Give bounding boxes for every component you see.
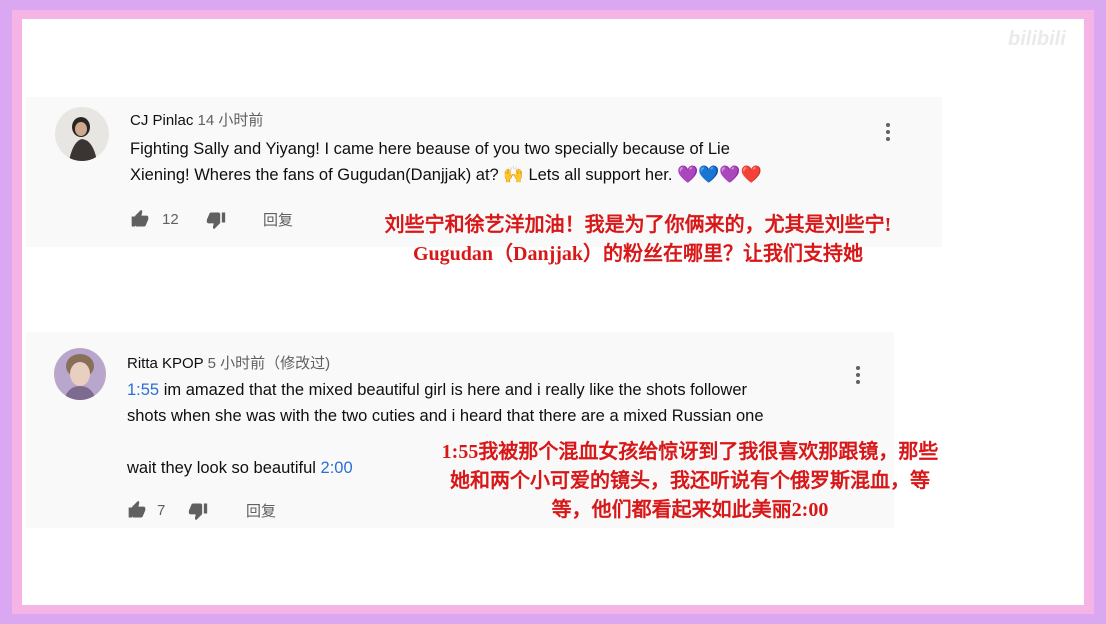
- thumb-up-icon: [131, 209, 149, 227]
- like-count: 7: [157, 501, 166, 519]
- thumb-down-icon: [188, 503, 208, 521]
- translation-caption: 刘些宁和徐艺洋加油！我是为了你俩来的，尤其是刘些宁! Gugudan（Danjj…: [330, 211, 946, 269]
- translation-line: 等，他们都看起来如此美丽2:00: [551, 499, 829, 521]
- like-count: 12: [162, 210, 179, 228]
- comment-time[interactable]: 5 小时前（修改过): [208, 355, 331, 372]
- comment-time[interactable]: 14 小时前: [198, 112, 264, 129]
- reply-button[interactable]: 回复: [263, 209, 293, 230]
- bilibili-watermark: bilibili: [1008, 28, 1066, 50]
- translation-caption: 1:55我被那个混血女孩给惊讶到了我很喜欢那跟镜，那些 她和两个小可爱的镜头，我…: [384, 438, 996, 525]
- purple-heart-emoji: 💜: [677, 165, 699, 184]
- reply-label: 回复: [246, 503, 277, 520]
- comment-text-line: 1:55 im amazed that the mixed beautiful …: [127, 381, 748, 399]
- comment-author[interactable]: CJ Pinlac 14 小时前: [130, 109, 263, 130]
- translation-line: 她和两个小可爱的镜头，我还听说有个俄罗斯混血，等: [450, 470, 930, 492]
- dislike-button[interactable]: [206, 210, 226, 230]
- translation-line: Gugudan（Danjjak）的粉丝在哪里？让我们支持她: [412, 243, 864, 265]
- dislike-button[interactable]: [188, 501, 208, 521]
- thumb-down-icon: [206, 212, 226, 230]
- author-name[interactable]: CJ Pinlac: [130, 112, 193, 129]
- comment-author[interactable]: Ritta KPOP 5 小时前（修改过): [127, 352, 330, 373]
- like-button[interactable]: 12: [130, 209, 179, 229]
- comment-text-line: shots when she was with the two cuties a…: [127, 407, 764, 425]
- reply-button[interactable]: 回复: [246, 500, 276, 521]
- comment-text: Fighting Sally and Yiyang! I came here b…: [130, 136, 762, 188]
- raising-hands-emoji: 🙌: [503, 166, 524, 184]
- translation-line: 1:55我被那个混血女孩给惊讶到了我很喜欢那跟镜，那些: [441, 441, 939, 463]
- red-heart-emoji: ❤️: [740, 165, 762, 184]
- reply-label: 回复: [263, 212, 294, 229]
- timestamp-link[interactable]: 1:55: [127, 381, 159, 399]
- comment-text-line: Fighting Sally and Yiyang! I came here b…: [130, 140, 730, 158]
- avatar[interactable]: [55, 107, 109, 161]
- like-button[interactable]: 7: [127, 500, 165, 520]
- author-name[interactable]: Ritta KPOP: [127, 355, 203, 372]
- blue-heart-emoji: 💙: [698, 165, 720, 184]
- comment-text-line: Xiening! Wheres the fans of Gugudan(Danj…: [130, 162, 762, 188]
- translation-line: 刘些宁和徐艺洋加油！我是为了你俩来的，尤其是刘些宁!: [384, 214, 892, 236]
- thumb-up-icon: [128, 500, 146, 518]
- timestamp-link[interactable]: 2:00: [321, 459, 353, 477]
- avatar[interactable]: [54, 348, 106, 400]
- more-vert-icon[interactable]: [855, 366, 861, 387]
- more-vert-icon[interactable]: [885, 123, 891, 144]
- purple-heart-emoji: 💜: [719, 165, 741, 184]
